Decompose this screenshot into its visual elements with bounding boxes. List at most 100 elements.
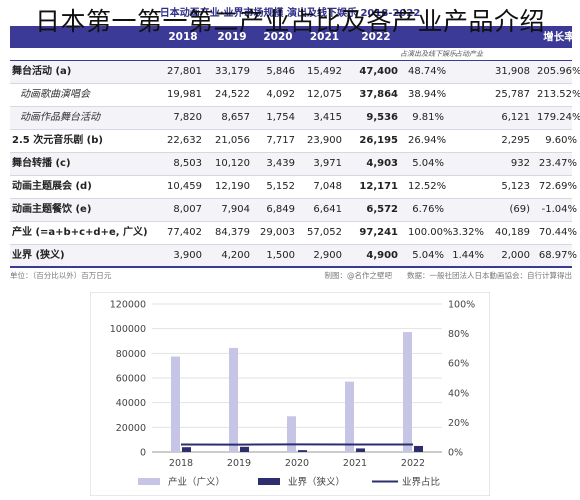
table-cell xyxy=(450,107,484,129)
footnote-source: 制图：@名作之壁吧 数据：一般社团法人日本動画協会：自行计算得出 xyxy=(324,271,573,280)
table-cell: 22,632 xyxy=(167,135,202,146)
row-label: 业界 (狭义) xyxy=(12,250,65,261)
table-cell: 5.04% xyxy=(412,158,444,169)
legend-label: 业界（狭义） xyxy=(288,476,345,488)
table-cell: 84,379 xyxy=(215,227,250,238)
table-cell: 7,904 xyxy=(221,204,250,215)
legend-swatch xyxy=(138,478,160,485)
table-cell: 5.04% xyxy=(412,250,444,261)
table-cell xyxy=(450,61,484,83)
bar-business xyxy=(356,448,365,452)
y-right-tick-label: 80% xyxy=(448,329,469,340)
table-cell: (69) xyxy=(509,204,530,215)
y-left-tick-label: 40000 xyxy=(116,398,146,409)
table-cell: 4,903 xyxy=(366,158,398,169)
table-cell xyxy=(450,130,484,152)
table-cell: 37,864 xyxy=(359,89,398,100)
y-left-tick-label: 100000 xyxy=(110,324,146,335)
row-label: 动画作品舞台活动 xyxy=(20,112,100,123)
table-cell: 10,120 xyxy=(215,158,250,169)
footnote-unit: 单位：（百分比以外）百万日元 xyxy=(10,271,112,280)
table-cell: 97,241 xyxy=(359,227,398,238)
table-cell: 12,190 xyxy=(215,181,250,192)
table-cell: 8,503 xyxy=(173,158,202,169)
table-cell: 12.52% xyxy=(408,181,447,192)
table-cell: 23.47% xyxy=(538,158,577,169)
bar-industry xyxy=(171,356,180,452)
table-cell: 179.24% xyxy=(537,112,580,123)
table-cell: 77,402 xyxy=(167,227,202,238)
table-cell: 5,846 xyxy=(266,66,295,77)
table-cell: 6,641 xyxy=(313,204,342,215)
bar-business xyxy=(414,445,423,452)
table-cell: 205.96% xyxy=(537,66,580,77)
table-cell: 19,981 xyxy=(167,89,202,100)
table-cell xyxy=(450,199,484,221)
table-cell: 100.00% xyxy=(408,227,453,238)
row-label: 动画歌曲演唱会 xyxy=(20,89,90,100)
x-tick-label: 2021 xyxy=(343,458,367,469)
table-cell: 4,900 xyxy=(366,250,398,261)
row-label: 动画主题餐饮 (e) xyxy=(12,204,92,215)
x-tick-label: 2019 xyxy=(227,458,251,469)
page-title: 日本第一第一第二产业占比及各产业产品介绍 xyxy=(34,7,545,36)
y-right-tick-label: 0% xyxy=(448,448,463,459)
row-label: 舞台活动 (a) xyxy=(12,66,72,77)
table-rule-bottom xyxy=(10,266,572,268)
bar-industry xyxy=(287,416,296,452)
table-row: 动画作品舞台活动 7,820 8,657 1,754 3,415 9,536 9.81% 6,… xyxy=(10,107,580,130)
table-row: 动画歌曲演唱会 19,981 24,522 4,092 12,075 37,864 38.9… xyxy=(10,84,580,107)
table-row: 产业 (=a+b+c+d+e, 广义) 77,402 84,379 29,003 57,… xyxy=(10,222,577,245)
y-left-tick-label: 0 xyxy=(140,448,146,459)
table-cell: 6,572 xyxy=(366,204,398,215)
x-tick-label: 2018 xyxy=(169,458,193,469)
legend-swatch xyxy=(258,478,280,485)
table-cell xyxy=(450,84,484,106)
row-label: 2.5 次元音乐剧 (b) xyxy=(12,135,103,146)
y-right-tick-label: 20% xyxy=(448,418,469,429)
table-cell: 72.69% xyxy=(538,181,577,192)
table-row: 动画主题餐饮 (e) 8,007 7,904 6,849 6,641 6,572 6.76%… xyxy=(10,199,577,222)
table-cell: 27,801 xyxy=(167,66,202,77)
legend-label: 产业（广义） xyxy=(168,476,225,488)
y-right-tick-label: 40% xyxy=(448,388,469,399)
table-cell: 6.76% xyxy=(412,204,444,215)
bar-industry xyxy=(229,347,238,452)
table-cell: 10,459 xyxy=(167,181,202,192)
y-left-tick-label: 80000 xyxy=(116,349,146,360)
y-left-tick-label: 60000 xyxy=(116,374,146,385)
table-cell: 932 xyxy=(510,158,530,169)
row-label: 动画主题展会 (d) xyxy=(12,181,92,192)
chart-svg: 0 20000 40000 60000 80000 100000 120000 0% 20% 40… xyxy=(89,291,491,497)
subheader-col-7: 占动产业 xyxy=(455,50,483,58)
table-cell: 3,415 xyxy=(313,112,342,123)
combo-chart: 0 20000 40000 60000 80000 100000 120000 0% 20% 40… xyxy=(89,291,491,497)
table-cell xyxy=(450,153,484,175)
bar-business xyxy=(240,446,249,452)
x-tick-label: 2020 xyxy=(285,458,309,469)
table-cell: 26,195 xyxy=(359,135,398,146)
table-cell: 6,121 xyxy=(501,112,530,123)
table-cell: 3.32% xyxy=(452,227,484,238)
table-cell: 3,439 xyxy=(266,158,295,169)
table-cell: 5,123 xyxy=(501,181,530,192)
table-cell: 2,295 xyxy=(501,135,530,146)
table-cell: 33,179 xyxy=(215,66,250,77)
table-cell: 9.81% xyxy=(412,112,444,123)
table-cell: 15,492 xyxy=(307,66,342,77)
table-cell: 7,048 xyxy=(313,181,342,192)
table-cell: 21,056 xyxy=(215,135,250,146)
table-cell: 47,400 xyxy=(359,66,398,77)
table-row: 2.5 次元音乐剧 (b) 22,632 21,056 7,717 23,900 26,1… xyxy=(10,130,577,153)
table-cell: 9,536 xyxy=(366,112,398,123)
table-cell: 7,717 xyxy=(266,135,295,146)
row-label: 舞台转播 (c) xyxy=(12,158,71,169)
bar-business xyxy=(298,450,307,452)
table-cell: 1,500 xyxy=(266,250,295,261)
table-cell: 2,900 xyxy=(313,250,342,261)
bar-business xyxy=(182,447,191,452)
table-cell: 5,152 xyxy=(266,181,295,192)
table-cell: 3,971 xyxy=(313,158,342,169)
table-cell: 68.97% xyxy=(538,250,577,261)
table-cell: 57,052 xyxy=(307,227,342,238)
